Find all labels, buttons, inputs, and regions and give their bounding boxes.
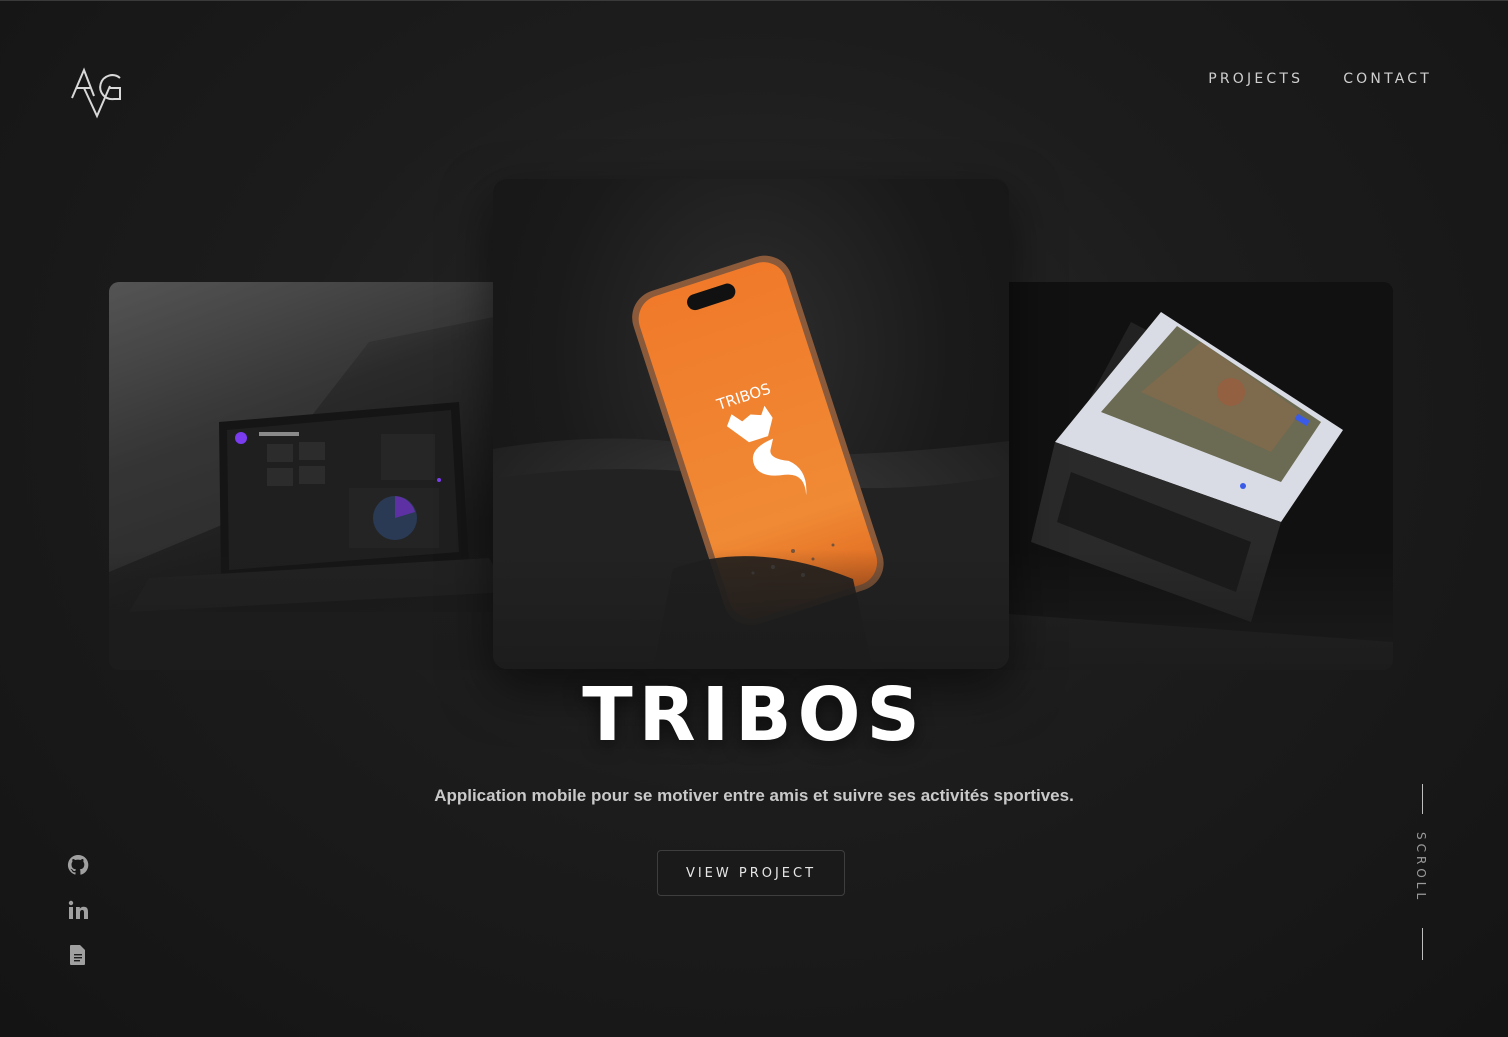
- scroll-line-bottom: [1422, 928, 1423, 960]
- social-links: [66, 853, 90, 967]
- project-card-center[interactable]: TRIBOS: [493, 179, 1009, 669]
- project-description: Application mobile pour se motiver entre…: [434, 786, 1074, 805]
- top-border: [0, 0, 1508, 1]
- main-nav: PROJECTS CONTACT: [1208, 71, 1432, 87]
- nav-contact[interactable]: CONTACT: [1343, 71, 1432, 87]
- project-title: TRIBOS: [582, 672, 926, 758]
- dashboard-title-bar: [259, 432, 299, 436]
- project-card-right[interactable]: [981, 282, 1393, 670]
- scroll-indicator[interactable]: SCROLL: [1410, 784, 1436, 962]
- github-icon[interactable]: [66, 853, 90, 877]
- project-card-left[interactable]: [109, 282, 519, 670]
- scroll-line-top: [1422, 784, 1423, 814]
- logo-icon[interactable]: [70, 66, 124, 120]
- view-project-button[interactable]: VIEW PROJECT: [657, 850, 845, 896]
- document-icon[interactable]: [66, 943, 90, 967]
- scroll-label: SCROLL: [1414, 832, 1428, 904]
- nav-projects[interactable]: PROJECTS: [1208, 71, 1303, 87]
- linkedin-icon[interactable]: [66, 898, 90, 922]
